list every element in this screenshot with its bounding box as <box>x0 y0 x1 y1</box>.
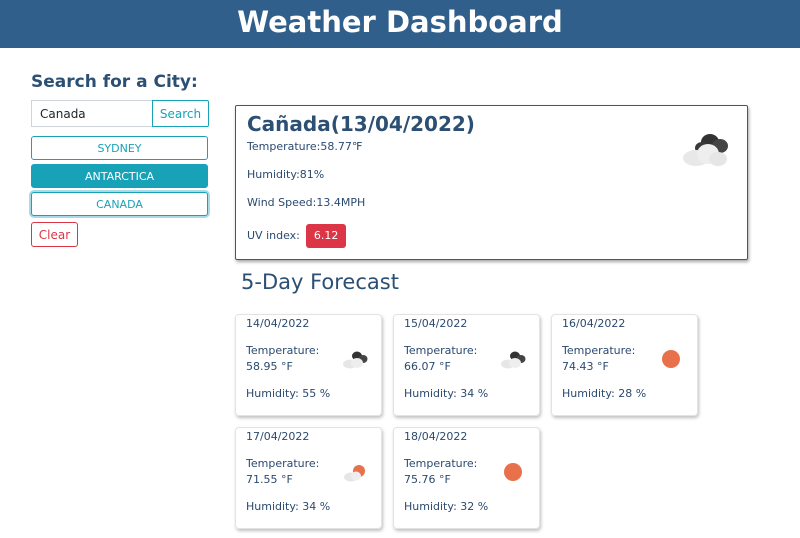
forecast-humidity: Humidity: 32 % <box>404 500 489 513</box>
history-item-antarctica[interactable]: ANTARCTICA <box>31 164 208 188</box>
current-uv-row: UV index: 6.12 <box>247 222 736 250</box>
forecast-heading: 5-Day Forecast <box>241 270 399 294</box>
current-humidity: Humidity:81% <box>247 168 325 181</box>
forecast-card: 17/04/2022 Temperature: 71.55 °F Humidit… <box>235 427 382 529</box>
forecast-humidity: Humidity: 28 % <box>562 387 647 400</box>
forecast-date: 16/04/2022 <box>562 317 626 330</box>
search-history: SYDNEY ANTARCTICA CANADA <box>31 136 209 216</box>
search-row: Search <box>31 100 209 127</box>
forecast-date: 18/04/2022 <box>404 430 468 443</box>
few-clouds-icon <box>344 465 365 482</box>
current-wind-speed: Wind Speed:13.4MPH <box>247 196 366 209</box>
page-title: Weather Dashboard <box>237 5 563 39</box>
search-title: Search for a City: <box>31 72 198 92</box>
forecast-card: 16/04/2022 Temperature: 74.43 °F Humidit… <box>551 314 698 416</box>
forecast-date: 17/04/2022 <box>246 430 310 443</box>
clear-sun-icon <box>662 350 680 368</box>
search-sidebar: Search for a City: Search SYDNEY ANTARCT… <box>31 72 209 247</box>
uv-badge: 6.12 <box>305 224 347 248</box>
clear-button[interactable]: Clear <box>31 222 78 247</box>
broken-clouds-icon <box>501 351 526 369</box>
forecast-card: 15/04/2022 Temperature: 66.07 °F Humidit… <box>393 314 540 416</box>
search-button[interactable]: Search <box>152 100 209 127</box>
broken-clouds-icon <box>343 351 368 369</box>
forecast-card: 18/04/2022 Temperature: 75.76 °F Humidit… <box>393 427 540 529</box>
history-item-sydney[interactable]: SYDNEY <box>31 136 208 160</box>
broken-clouds-icon <box>683 134 728 166</box>
app-header: Weather Dashboard <box>0 0 800 48</box>
current-city-title: Cañada(13/04/2022) <box>247 112 475 136</box>
forecast-humidity: Humidity: 34 % <box>404 387 489 400</box>
current-temperature: Temperature:58.77℉ <box>247 140 363 153</box>
uv-label: UV index: <box>247 229 300 242</box>
search-input[interactable] <box>31 100 152 127</box>
forecast-humidity: Humidity: 34 % <box>246 500 331 513</box>
clear-sun-icon <box>504 463 522 481</box>
forecast-date: 15/04/2022 <box>404 317 468 330</box>
history-item-canada[interactable]: CANADA <box>31 192 208 216</box>
forecast-card: 14/04/2022 Temperature: 58.95 °F Humidit… <box>235 314 382 416</box>
forecast-date: 14/04/2022 <box>246 317 310 330</box>
current-weather-card: Cañada(13/04/2022) Temperature:58.77℉ Hu… <box>235 105 748 260</box>
forecast-humidity: Humidity: 55 % <box>246 387 331 400</box>
